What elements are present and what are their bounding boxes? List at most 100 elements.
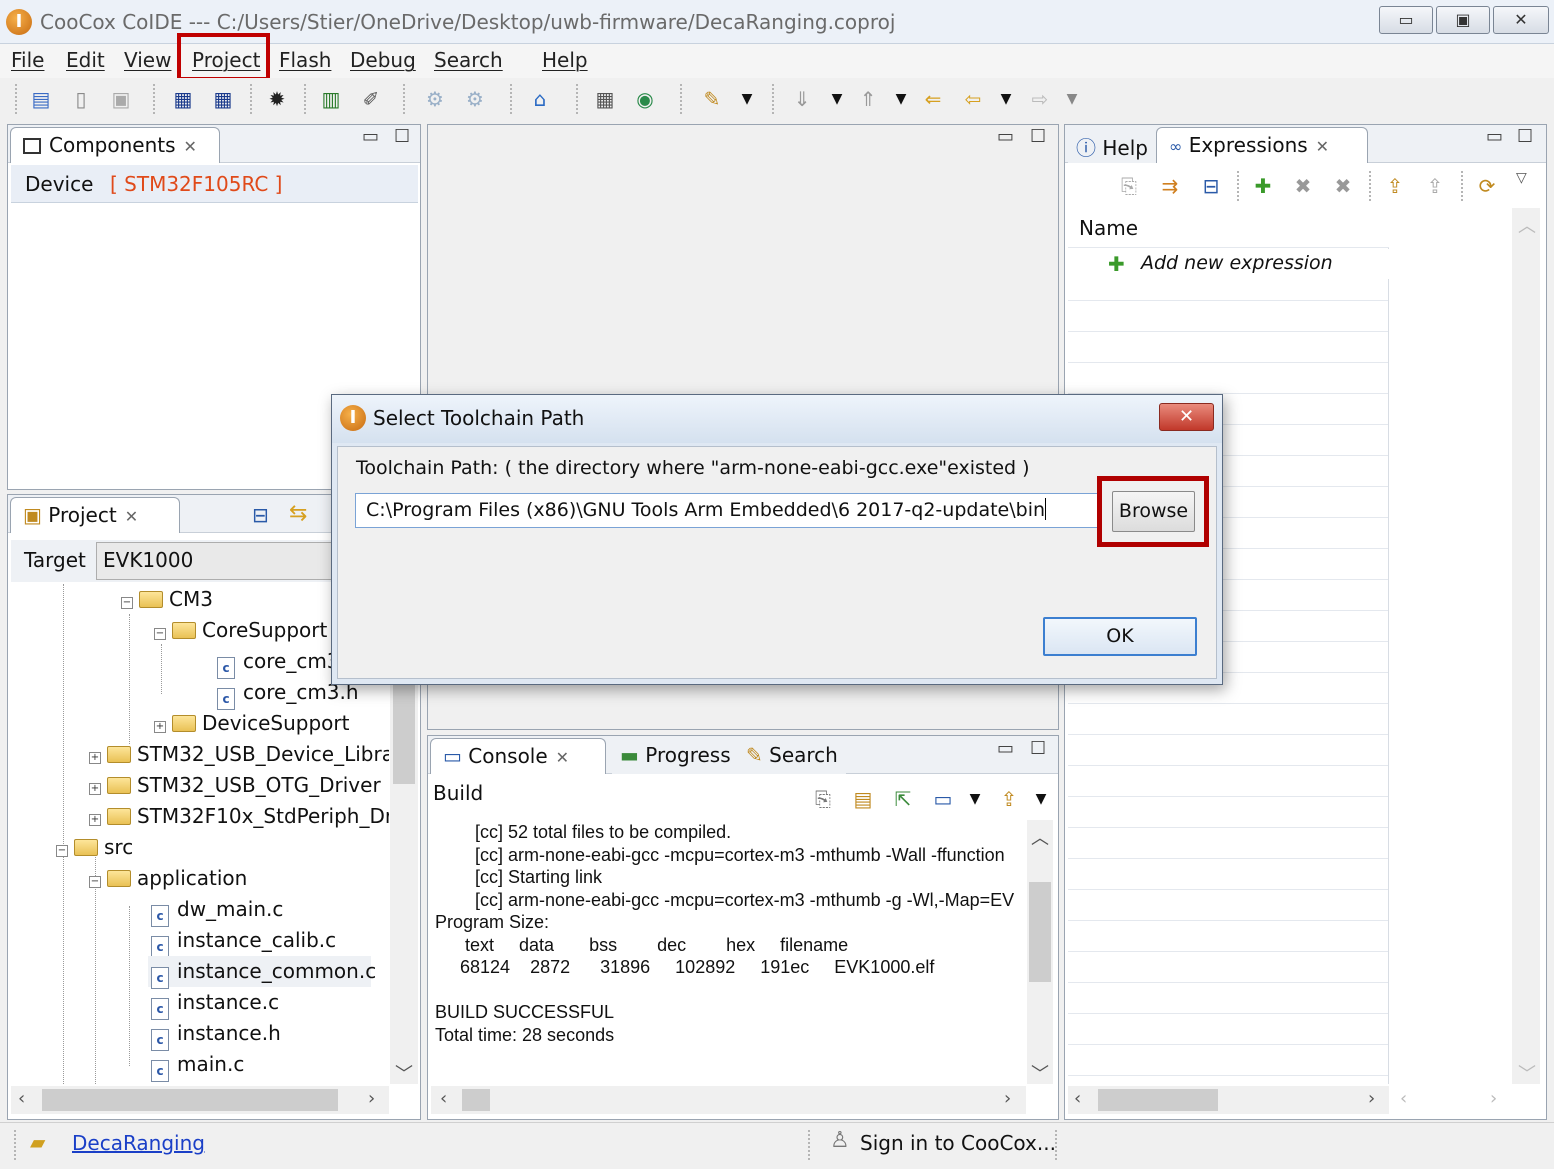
scroll-thumb[interactable] <box>462 1089 490 1111</box>
console-minimize-icon[interactable]: ▭ <box>997 738 1014 759</box>
scroll-right-icon[interactable]: › <box>1490 1088 1497 1109</box>
tab-help[interactable]: ⓘ Help <box>1068 127 1156 163</box>
menu-file[interactable]: File <box>11 48 44 72</box>
clear-console-icon[interactable]: ⎘ <box>808 784 838 814</box>
tree-item-coresupport[interactable]: − CoreSupport <box>154 615 327 646</box>
home-icon[interactable]: ⌂ <box>525 84 555 114</box>
console-hscrollbar[interactable] <box>431 1086 1026 1114</box>
expressions-minimize-icon[interactable]: ▭ <box>1486 126 1503 147</box>
expand-icon[interactable]: + <box>89 752 101 764</box>
scroll-right-icon[interactable]: › <box>1004 1088 1011 1109</box>
menu-search[interactable]: Search <box>434 48 503 72</box>
back-icon[interactable]: ⇦ <box>958 84 988 114</box>
collapse-icon[interactable]: ⇉ <box>1155 171 1185 201</box>
device-value[interactable]: [ STM32F105RC ] <box>110 172 282 196</box>
open-console-icon[interactable]: ⇪ <box>994 784 1024 814</box>
scroll-lock-icon[interactable]: ▤ <box>848 784 878 814</box>
tab-progress[interactable]: ▬ Progress <box>612 738 739 774</box>
scroll-left-icon[interactable]: ‹ <box>440 1088 447 1109</box>
refresh-icon[interactable]: ⟳ <box>1472 171 1502 201</box>
save-icon[interactable]: ▣ <box>106 84 136 114</box>
open-console-dropdown-icon[interactable]: ▼ <box>1026 784 1056 814</box>
tab-console[interactable]: ▭ Console ✕ <box>430 738 606 774</box>
scroll-thumb[interactable] <box>1098 1089 1218 1111</box>
tree-item-stm32f10x-stdperiph-driver[interactable]: +STM32F10x_StdPeriph_Driver <box>89 801 389 832</box>
next-annotation-icon[interactable]: ⇓ <box>787 84 817 114</box>
close-icon[interactable]: ✕ <box>125 507 138 526</box>
tree-item-instance-c[interactable]: c instance.c <box>151 987 279 1020</box>
back-dropdown-icon[interactable]: ▼ <box>991 84 1021 114</box>
export-icon[interactable]: ⇪ <box>1420 171 1450 201</box>
forward-dropdown-icon[interactable]: ▼ <box>1057 84 1087 114</box>
menu-edit[interactable]: Edit <box>66 48 105 72</box>
tab-expressions[interactable]: ∞ Expressions ✕ <box>1156 127 1368 163</box>
dialog-close-button[interactable]: ✕ <box>1159 403 1214 431</box>
tree-item-main-c[interactable]: c main.c <box>151 1049 244 1082</box>
close-icon[interactable]: ✕ <box>556 748 569 767</box>
tree-item-devicesupport[interactable]: + DeviceSupport <box>154 708 349 739</box>
scroll-up-icon[interactable]: ︿ <box>1031 824 1049 850</box>
scroll-left-icon[interactable]: ‹ <box>18 1088 25 1109</box>
close-window-button[interactable]: ✕ <box>1493 6 1549 34</box>
collapse-icon[interactable]: − <box>56 845 68 857</box>
scroll-thumb[interactable] <box>1029 882 1051 982</box>
toolchain-path-input[interactable]: C:\Program Files (x86)\GNU Tools Arm Emb… <box>355 493 1099 528</box>
browse-button[interactable]: Browse <box>1112 491 1195 532</box>
settings-icon[interactable]: ⚙ <box>460 84 490 114</box>
expressions-maximize-icon[interactable]: ☐ <box>1517 126 1533 147</box>
scroll-left-icon[interactable]: ‹ <box>1074 1088 1081 1109</box>
minimize-icon[interactable]: ▭ <box>362 126 379 147</box>
flash-download-icon[interactable]: ▥ <box>316 84 346 114</box>
tab-project[interactable]: ▣ Project ✕ <box>10 497 180 533</box>
minimize-button[interactable]: ▭ <box>1379 6 1433 34</box>
menu-debug[interactable]: Debug <box>350 48 416 72</box>
add-new-expression[interactable]: Add new expression <box>1141 252 1333 274</box>
target-dropdown-icon[interactable]: ▼ <box>732 84 762 114</box>
pin-console-icon[interactable]: ⇱ <box>888 784 918 814</box>
menu-help[interactable]: Help <box>542 48 588 72</box>
tree-item-application[interactable]: − application <box>89 863 247 894</box>
tree-item-instance-calib-c[interactable]: c instance_calib.c <box>151 925 336 958</box>
name-column-header[interactable]: Name <box>1079 216 1138 240</box>
display-console-icon[interactable]: ▭ <box>928 784 958 814</box>
remove-icon[interactable]: ✖ <box>1288 171 1318 201</box>
collapse-icon[interactable]: − <box>89 876 101 888</box>
expand-icon[interactable]: + <box>89 814 101 826</box>
scroll-down-icon[interactable]: ﹀ <box>1031 1060 1049 1086</box>
scroll-right-icon[interactable]: › <box>368 1088 375 1109</box>
tree-item-src[interactable]: − src <box>56 832 133 863</box>
tab-components[interactable]: Components ✕ <box>10 127 220 163</box>
tree-item-instance-h[interactable]: c instance.h <box>151 1018 281 1051</box>
expand-icon[interactable]: + <box>89 783 101 795</box>
scroll-thumb[interactable] <box>42 1089 338 1111</box>
ok-button[interactable]: OK <box>1043 617 1197 656</box>
maximize-icon[interactable]: ☐ <box>394 126 410 147</box>
editor-maximize-icon[interactable]: ☐ <box>1030 126 1046 147</box>
remove-all-icon[interactable]: ✖ <box>1328 171 1358 201</box>
show-type-icon[interactable]: ⎘ <box>1114 171 1144 201</box>
tab-search[interactable]: ✎ Search <box>738 738 846 774</box>
scroll-right-icon[interactable]: › <box>1368 1088 1375 1109</box>
prev-annotation-dropdown-icon[interactable]: ▼ <box>886 84 916 114</box>
editor-minimize-icon[interactable]: ▭ <box>997 126 1014 147</box>
collapse-all-icon[interactable]: ⊟ <box>1196 171 1226 201</box>
collapse-all-icon[interactable]: ⊟ <box>252 503 269 527</box>
tree-item-dw-main-c[interactable]: c dw_main.c <box>151 894 283 927</box>
close-icon[interactable]: ✕ <box>1316 137 1329 156</box>
last-edit-icon[interactable]: ⇐ <box>918 84 948 114</box>
components-icon[interactable]: ◉ <box>630 84 660 114</box>
expand-icon[interactable]: + <box>154 721 166 733</box>
config-icon[interactable]: ⚙ <box>420 84 450 114</box>
tree-item-cm3[interactable]: − CM3 <box>121 584 213 615</box>
scroll-down-icon[interactable]: ﹀ <box>395 1060 413 1086</box>
console-output[interactable]: [cc] 52 total files to be compiled. [cc]… <box>431 820 1026 1084</box>
tree-item-instance-common-c[interactable]: c instance_common.c <box>148 956 376 989</box>
new-file-icon[interactable]: ▯ <box>66 84 96 114</box>
collapse-icon[interactable]: − <box>154 628 166 640</box>
project-link[interactable]: DecaRanging <box>72 1131 205 1155</box>
scroll-down-icon[interactable]: ﹀ <box>1518 1060 1536 1086</box>
scroll-left-icon[interactable]: ‹ <box>1400 1088 1407 1109</box>
scroll-up-icon[interactable]: ︿ <box>1518 212 1536 238</box>
add-expression-icon[interactable]: ✚ <box>1248 171 1278 201</box>
rebuild-icon[interactable]: ▦ <box>208 84 238 114</box>
